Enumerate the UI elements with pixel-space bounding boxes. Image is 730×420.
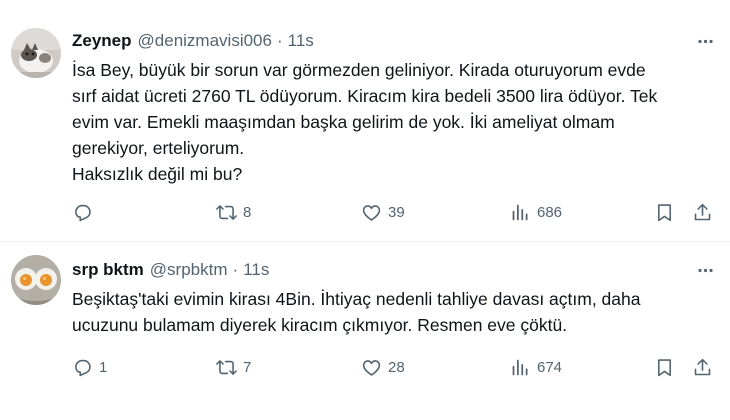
heart-icon bbox=[362, 359, 381, 376]
views-icon bbox=[512, 204, 528, 220]
bookmark-button[interactable] bbox=[654, 200, 675, 224]
separator-dot: · bbox=[232, 260, 239, 279]
share-icon bbox=[694, 203, 711, 220]
tweet-text-line: Haksızlık değil mi bu? bbox=[72, 164, 243, 184]
reply-icon bbox=[75, 359, 91, 376]
more-options-button[interactable] bbox=[694, 30, 716, 52]
bookmark-icon bbox=[658, 203, 671, 221]
heart-icon bbox=[362, 204, 381, 221]
bookmark-icon bbox=[658, 358, 671, 376]
timestamp[interactable]: 11s bbox=[288, 31, 314, 51]
cat-avatar-image bbox=[11, 28, 61, 78]
author-handle[interactable]: @srpbktm bbox=[150, 260, 228, 280]
tweet-header: srp bktm @srpbktm · 11s bbox=[72, 259, 670, 281]
eggs-avatar-image bbox=[11, 255, 61, 305]
more-icon bbox=[697, 268, 713, 272]
tweet-text-line: sırf aidat ücreti 2760 TL ödüyorum. Kira… bbox=[72, 86, 658, 106]
separator-dot: · bbox=[276, 31, 283, 50]
more-options-button[interactable] bbox=[694, 259, 716, 281]
timestamp[interactable]: 11s bbox=[243, 260, 269, 280]
like-count: 28 bbox=[388, 358, 405, 376]
like-button[interactable]: 28 bbox=[361, 355, 405, 379]
tweet-text: Beşiktaş'taki evimin kirası 4Bin. İhtiya… bbox=[72, 286, 712, 338]
views-button[interactable]: 674 bbox=[510, 355, 562, 379]
tweet-text-line: evim var. Emekli maaşımdan başka gelirim… bbox=[72, 112, 615, 132]
reply-count: 1 bbox=[99, 358, 108, 376]
retweet-count: 8 bbox=[243, 203, 252, 221]
tweet-text-line: İsa Bey, büyük bir sorun var görmezden g… bbox=[72, 60, 646, 80]
views-icon bbox=[512, 359, 528, 375]
tweet[interactable]: srp bktm @srpbktm · 11s Beşiktaş'taki ev… bbox=[0, 243, 730, 420]
author-name[interactable]: Zeynep bbox=[72, 31, 132, 51]
bookmark-button[interactable] bbox=[654, 355, 675, 379]
retweet-button[interactable]: 7 bbox=[216, 355, 251, 379]
share-icon bbox=[694, 358, 711, 375]
reply-button[interactable]: 1 bbox=[72, 355, 107, 379]
retweet-count: 7 bbox=[243, 358, 252, 376]
share-button[interactable] bbox=[692, 355, 713, 379]
like-button[interactable]: 39 bbox=[361, 200, 405, 224]
retweet-button[interactable]: 8 bbox=[216, 200, 251, 224]
views-count: 674 bbox=[537, 358, 563, 376]
tweet[interactable]: Zeynep @denizmavisi006 · 11s İsa Bey, bü… bbox=[0, 0, 730, 242]
tweet-actions: 1 7 28 674 bbox=[72, 355, 716, 379]
avatar[interactable] bbox=[11, 28, 61, 78]
tweet-text-line: ucuzunu bulamam diyerek kiracım çıkmıyor… bbox=[72, 315, 568, 335]
avatar[interactable] bbox=[11, 255, 61, 305]
tweet-header: Zeynep @denizmavisi006 · 11s bbox=[72, 30, 670, 52]
share-button[interactable] bbox=[692, 200, 713, 224]
author-handle[interactable]: @denizmavisi006 bbox=[138, 31, 272, 51]
reply-icon bbox=[75, 204, 91, 221]
tweet-text-line: Beşiktaş'taki evimin kirası 4Bin. İhtiya… bbox=[72, 289, 641, 309]
author-name[interactable]: srp bktm bbox=[72, 260, 144, 280]
views-count: 686 bbox=[537, 203, 563, 221]
tweet-text-line: gerekiyor, erteliyorum. bbox=[72, 138, 245, 158]
like-count: 39 bbox=[388, 203, 405, 221]
reply-button[interactable] bbox=[72, 200, 99, 224]
retweet-icon bbox=[216, 204, 237, 220]
views-button[interactable]: 686 bbox=[510, 200, 562, 224]
tweet-actions: 8 39 686 bbox=[72, 200, 716, 224]
more-icon bbox=[697, 39, 713, 43]
retweet-icon bbox=[216, 359, 237, 375]
tweet-text: İsa Bey, büyük bir sorun var görmezden g… bbox=[72, 57, 712, 187]
